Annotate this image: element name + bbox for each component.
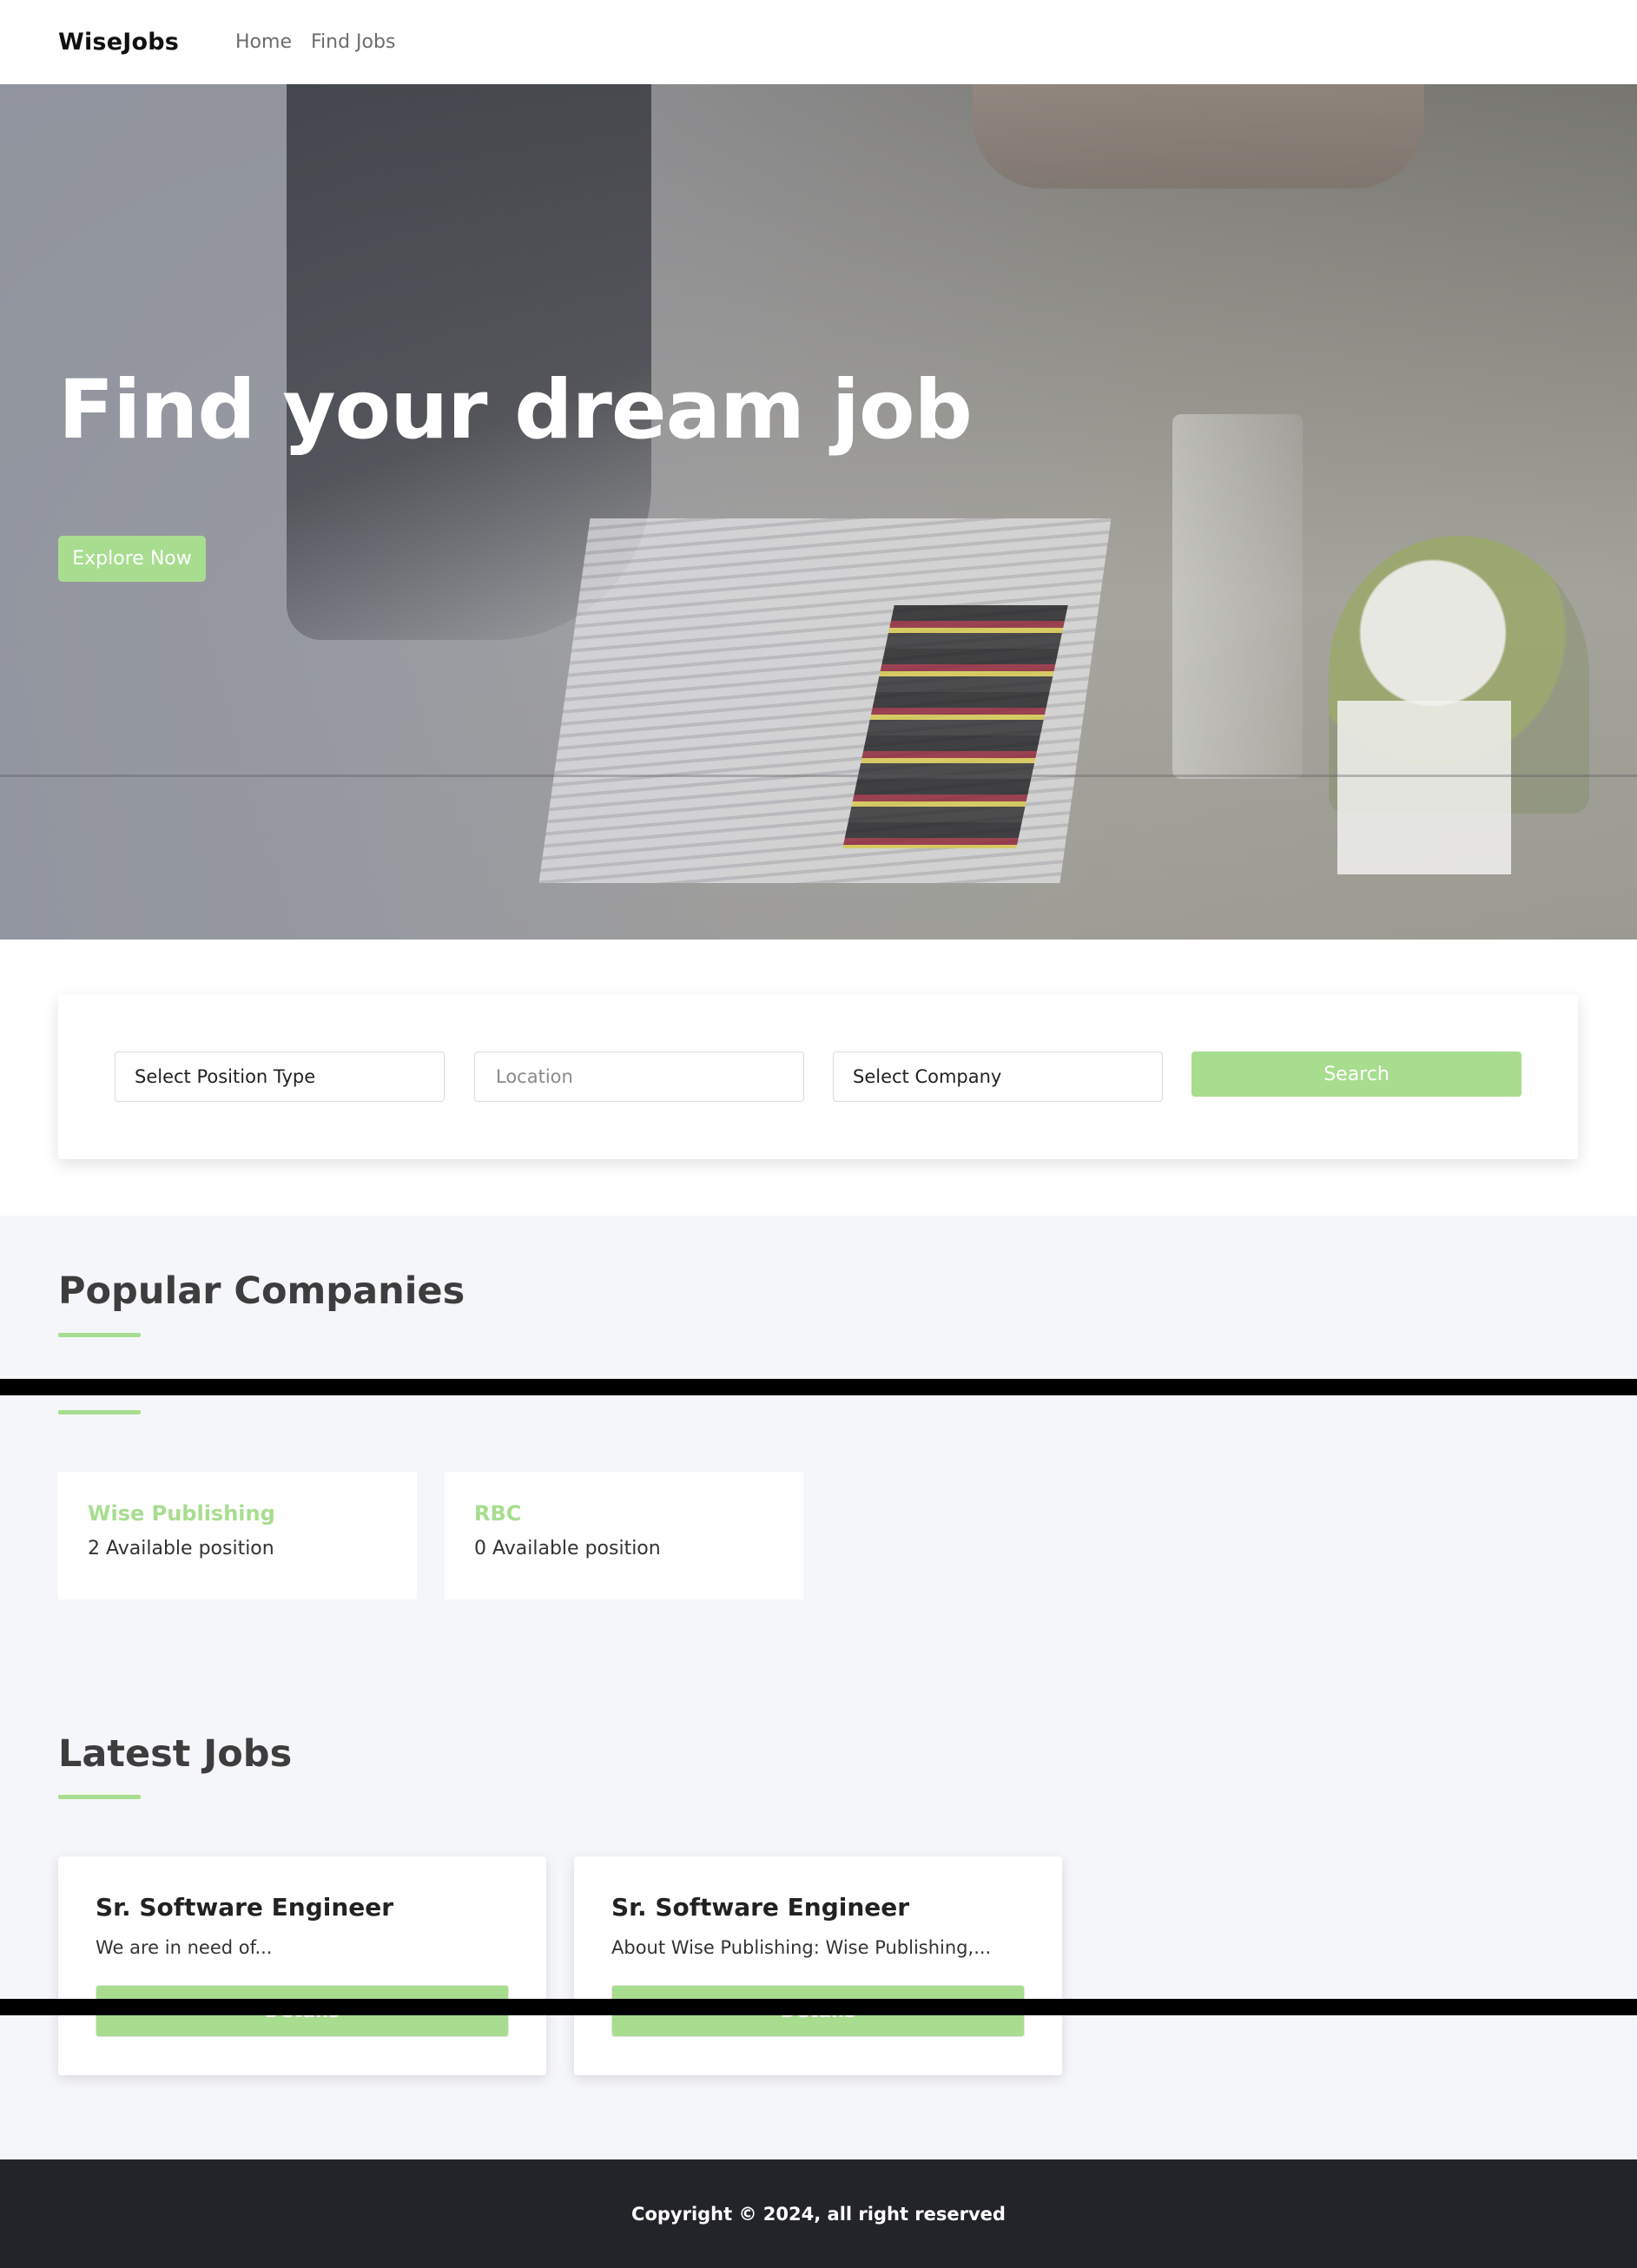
location-field[interactable] — [474, 1052, 804, 1102]
company-positions: 2 Available position — [88, 1538, 274, 1559]
company-card[interactable]: RBC 0 Available position — [445, 1472, 803, 1599]
hero-title: Find your dream job — [58, 363, 973, 458]
brand-logo[interactable]: WiseJobs — [58, 29, 179, 56]
hero-image-lamp — [973, 84, 1424, 188]
job-description: We are in need of... — [96, 1937, 273, 1958]
company-name[interactable]: RBC — [474, 1501, 774, 1526]
job-search-form: Select Position Type Select Company Sear… — [58, 994, 1578, 1159]
explore-now-button[interactable]: Explore Now — [58, 536, 206, 582]
footer-copyright: Copyright © 2024, all right reserved — [631, 2203, 1006, 2225]
job-card: Sr. Software Engineer About Wise Publish… — [574, 1856, 1062, 2075]
company-positions: 0 Available position — [474, 1538, 661, 1559]
company-select[interactable]: Select Company — [833, 1052, 1163, 1102]
job-title: Sr. Software Engineer — [96, 1893, 394, 1922]
position-type-select-value: Select Position Type — [135, 1066, 316, 1087]
job-title: Sr. Software Engineer — [611, 1893, 910, 1922]
latest-jobs-underline — [58, 1795, 141, 1799]
search-button[interactable]: Search — [1191, 1052, 1521, 1097]
footer: Copyright © 2024, all right reserved — [0, 2159, 1637, 2268]
hero-image-seam — [0, 775, 1637, 777]
position-type-select[interactable]: Select Position Type — [115, 1052, 445, 1102]
nav-link-find-jobs[interactable]: Find Jobs — [311, 31, 395, 53]
hero-image-pot — [1337, 701, 1511, 874]
render-artifact-band — [0, 1379, 1637, 1395]
company-card[interactable]: Wise Publishing 2 Available position — [58, 1472, 417, 1599]
job-description: About Wise Publishing: Wise Publishing,.… — [611, 1937, 992, 1958]
company-select-value: Select Company — [853, 1066, 1002, 1087]
nav-links: Home Find Jobs — [235, 31, 395, 53]
render-artifact-band — [0, 1999, 1637, 2015]
hero-image-glass — [1172, 414, 1303, 779]
popular-companies-underline — [58, 1333, 141, 1337]
nav-link-home[interactable]: Home — [235, 31, 292, 53]
job-card: Sr. Software Engineer We are in need of.… — [58, 1856, 546, 2075]
company-name[interactable]: Wise Publishing — [88, 1501, 387, 1526]
navbar: WiseJobs Home Find Jobs — [0, 0, 1637, 84]
popular-companies-title: Popular Companies — [58, 1269, 465, 1313]
hero-banner: Find your dream job Explore Now — [0, 84, 1637, 940]
location-input[interactable] — [494, 1065, 803, 1088]
popular-companies-underline-repeat — [58, 1410, 141, 1414]
latest-jobs-title: Latest Jobs — [58, 1732, 293, 1776]
